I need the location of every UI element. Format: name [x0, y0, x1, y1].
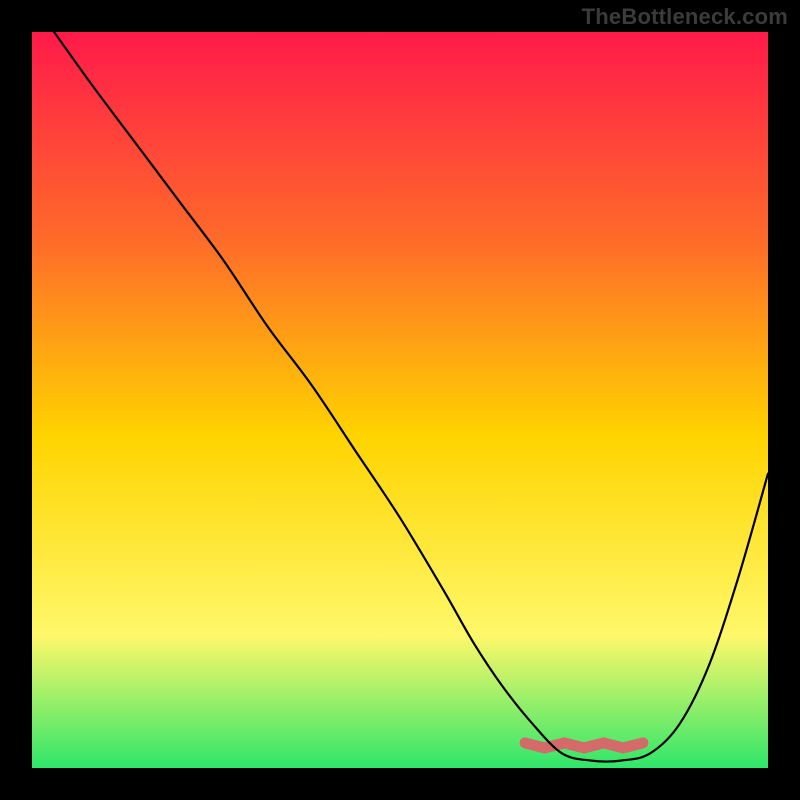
- bottleneck-chart: [0, 0, 800, 800]
- valley-highlight: [525, 743, 643, 748]
- plot-background: [32, 32, 768, 768]
- chart-frame: TheBottleneck.com: [0, 0, 800, 800]
- watermark-text: TheBottleneck.com: [582, 4, 788, 30]
